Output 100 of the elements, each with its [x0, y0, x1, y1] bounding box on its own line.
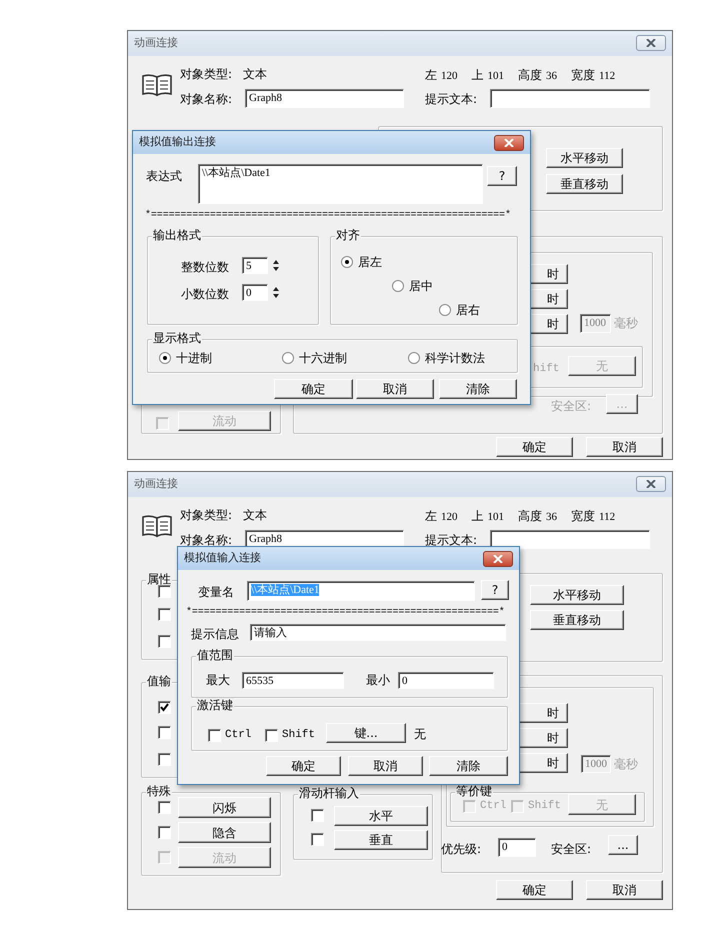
- button[interactable]: 取消: [586, 880, 663, 900]
- checkbox[interactable]: [158, 826, 171, 839]
- radio-button[interactable]: 居中: [392, 279, 433, 293]
- checkbox[interactable]: [158, 635, 171, 648]
- group-label: 滑动杆输入: [298, 786, 360, 800]
- group-label: 值输: [146, 674, 172, 688]
- value-text: 文本: [243, 507, 267, 523]
- checkbox[interactable]: [311, 809, 324, 822]
- label: 最大: [206, 672, 230, 688]
- radio-button[interactable]: 十进制: [159, 351, 212, 365]
- button[interactable]: 确定: [266, 756, 341, 776]
- label: 优先级:: [441, 841, 482, 857]
- close-button[interactable]: [494, 135, 524, 151]
- input-field[interactable]: 请输入: [250, 624, 506, 641]
- input-field[interactable]: 0: [242, 284, 268, 301]
- radio-button[interactable]: 居右: [439, 303, 480, 317]
- button[interactable]: ?: [487, 166, 517, 186]
- button[interactable]: 确定: [274, 379, 353, 399]
- input-field[interactable]: 0: [498, 838, 536, 857]
- checkbox[interactable]: Shift: [265, 728, 316, 742]
- close-icon: [646, 480, 656, 488]
- geometry-label: 上: [472, 67, 484, 84]
- input-field[interactable]: 5: [242, 257, 268, 274]
- button[interactable]: 清除: [429, 756, 508, 776]
- button[interactable]: 确定: [496, 880, 573, 900]
- label: 毫秒: [614, 756, 638, 772]
- button[interactable]: 取消: [356, 379, 434, 399]
- checkbox[interactable]: [311, 833, 324, 846]
- button[interactable]: 取消: [348, 756, 423, 776]
- checkbox[interactable]: [158, 608, 171, 621]
- label: 对象类型:: [180, 507, 232, 523]
- close-icon: [493, 555, 503, 563]
- divider-text: *====================================================*: [186, 607, 505, 619]
- radio-button[interactable]: 居左: [341, 255, 382, 269]
- checkbox[interactable]: Ctrl: [208, 728, 252, 742]
- close-icon: [646, 39, 656, 47]
- label: 提示文本:: [425, 532, 478, 548]
- spin-arrows-icon: [273, 287, 279, 298]
- geometry-value: 112: [599, 511, 616, 523]
- input-field[interactable]: 65535: [242, 672, 344, 689]
- input-field[interactable]: 0: [398, 672, 494, 689]
- label: 对象名称:: [180, 532, 232, 548]
- check-icon: [160, 703, 169, 712]
- label: 对象名称:: [180, 91, 232, 107]
- geometry-value: 112: [599, 70, 616, 82]
- button[interactable]: 取消: [586, 437, 663, 457]
- geometry-label: 左: [425, 508, 437, 525]
- window-title: 模拟值输出连接: [139, 135, 216, 149]
- button[interactable]: 清除: [439, 379, 517, 399]
- button[interactable]: 闪烁: [178, 797, 271, 818]
- button[interactable]: 垂直移动: [546, 174, 623, 194]
- text-area[interactable]: \\本站点\Date1: [198, 164, 483, 204]
- button[interactable]: 水平移动: [546, 148, 623, 168]
- label: 提示文本:: [425, 91, 478, 107]
- button[interactable]: 垂直: [334, 830, 428, 850]
- group-label: 输出格式: [152, 228, 202, 242]
- input-field[interactable]: Graph8: [245, 89, 404, 108]
- geometry-value: 36: [546, 511, 557, 523]
- geometry-value: 120: [441, 70, 458, 82]
- label: 提示信息: [191, 626, 239, 642]
- button[interactable]: 键...: [326, 723, 406, 743]
- spin-arrows-icon: [273, 260, 279, 271]
- window-title: 动画连接: [134, 36, 178, 50]
- label: hift: [533, 362, 560, 377]
- checkbox[interactable]: [158, 801, 171, 814]
- divider-text: *============================================================*: [145, 210, 511, 222]
- button[interactable]: 垂直移动: [530, 610, 624, 630]
- label: 最小: [366, 672, 390, 688]
- geometry-label: 左: [425, 67, 437, 84]
- input-field[interactable]: [490, 89, 650, 108]
- group-label: 值范围: [196, 648, 234, 662]
- book-icon: [141, 73, 173, 97]
- group-label: 显示格式: [152, 331, 202, 345]
- close-button[interactable]: [483, 551, 513, 567]
- button[interactable]: ...: [608, 835, 638, 855]
- checkbox[interactable]: [158, 585, 171, 598]
- checkbox[interactable]: [158, 753, 171, 766]
- button[interactable]: ?: [481, 580, 509, 600]
- radio-button[interactable]: 科学计数法: [408, 351, 485, 365]
- radio-button[interactable]: 十六进制: [282, 351, 347, 365]
- geometry-label: 宽度: [571, 508, 595, 525]
- geometry-label: 上: [472, 508, 484, 525]
- window-title: 动画连接: [134, 477, 178, 491]
- window-title: 模拟值输入连接: [184, 551, 261, 565]
- group-label: 等价键: [455, 784, 493, 798]
- label: 表达式: [146, 168, 182, 184]
- close-button[interactable]: [636, 35, 666, 51]
- checkbox[interactable]: [158, 726, 171, 739]
- book-icon: [141, 514, 173, 538]
- input-field[interactable]: [490, 530, 650, 549]
- button[interactable]: 水平: [334, 806, 428, 826]
- geometry-value: 101: [488, 511, 504, 523]
- button[interactable]: 水平移动: [530, 585, 624, 605]
- close-button[interactable]: [636, 476, 666, 492]
- label: 对象类型:: [180, 66, 232, 82]
- button[interactable]: 确定: [496, 437, 573, 457]
- button[interactable]: 隐含: [178, 822, 271, 843]
- geometry-value: 36: [546, 70, 557, 82]
- checkbox[interactable]: [158, 701, 171, 714]
- label: 变量名: [198, 584, 234, 600]
